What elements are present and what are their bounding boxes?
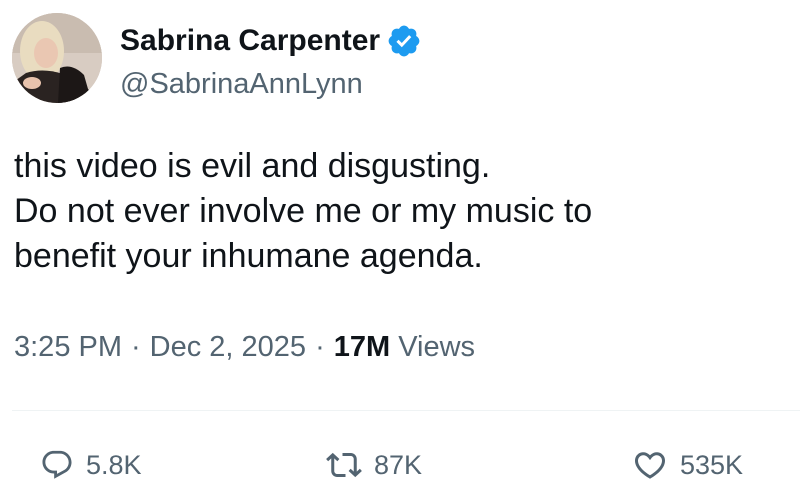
tweet-text-line: Do not ever involve me or my music to — [14, 192, 593, 230]
tweet-text: this video is evil and disgusting. Do no… — [14, 144, 784, 279]
views-count: 17M — [333, 331, 391, 363]
meta-separator: · — [315, 331, 325, 363]
verified-badge-icon — [386, 23, 422, 59]
tweet-card: Sabrina Carpenter @SabrinaAnnLynn this v… — [0, 0, 800, 492]
reply-icon — [40, 448, 86, 482]
tweet-time[interactable]: 3:25 PM — [14, 331, 122, 363]
tweet-meta: 3:25 PM · Dec 2, 2025 · 17M Views — [14, 327, 475, 367]
user-handle[interactable]: @SabrinaAnnLynn — [120, 66, 363, 102]
divider — [12, 410, 800, 411]
repost-button[interactable]: 87K — [326, 443, 422, 487]
tweet-text-line: benefit your inhumane agenda. — [14, 237, 483, 275]
tweet-date[interactable]: Dec 2, 2025 — [150, 331, 306, 363]
avatar[interactable] — [12, 13, 102, 103]
reply-count: 5.8K — [86, 449, 142, 480]
views-label: Views — [398, 331, 476, 363]
name-row: Sabrina Carpenter — [120, 21, 422, 61]
reply-button[interactable]: 5.8K — [40, 443, 142, 487]
like-count: 535K — [680, 449, 744, 480]
avatar-photo — [12, 13, 102, 103]
meta-separator: · — [131, 331, 141, 363]
display-name[interactable]: Sabrina Carpenter — [120, 21, 380, 61]
repost-icon — [326, 447, 374, 483]
like-button[interactable]: 535K — [632, 443, 743, 487]
tweet-text-line: this video is evil and disgusting. — [14, 147, 491, 185]
like-icon — [632, 447, 680, 483]
repost-count: 87K — [374, 449, 423, 480]
